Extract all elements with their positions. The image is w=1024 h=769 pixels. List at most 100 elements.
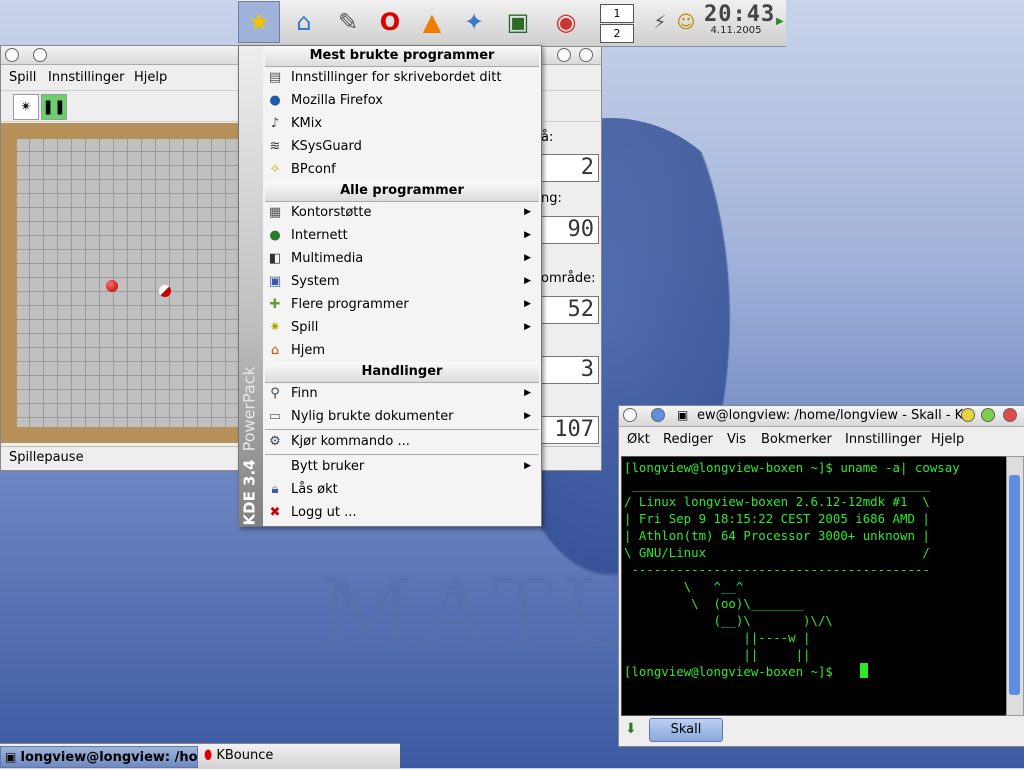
task-konsole[interactable]: ▣ longview@longview: /ho bbox=[0, 746, 198, 768]
kmenu-star-icon[interactable]: ★ bbox=[238, 1, 280, 43]
taskbar: ▣ longview@longview: /ho ⬮ KBounce bbox=[0, 743, 400, 769]
kmenu-item[interactable]: Bytt bruker ▶ bbox=[265, 455, 539, 478]
submenu-arrow-icon: ▶ bbox=[524, 253, 531, 263]
menu-okt[interactable]: Økt bbox=[627, 432, 650, 447]
window-menu-button[interactable] bbox=[5, 48, 19, 62]
pause-icon[interactable]: ❚❚ bbox=[41, 94, 67, 120]
text-editor-icon[interactable]: ✎ bbox=[330, 4, 366, 40]
kmenu-item[interactable]: ⚲ Finn ▶ bbox=[265, 382, 539, 405]
vlc-cone-icon[interactable]: ▲ bbox=[414, 4, 450, 40]
find-icon: ⚲ bbox=[270, 386, 280, 401]
window-menu-button[interactable] bbox=[623, 408, 637, 422]
firefox-icon: ● bbox=[269, 93, 281, 108]
new-session-icon[interactable]: ⬇ bbox=[625, 721, 637, 737]
kmenu-item[interactable]: ✧ BPconf bbox=[265, 158, 539, 181]
kmenu-item[interactable]: ▭ Nylig brukte dokumenter ▶ bbox=[265, 405, 539, 428]
menu-spill[interactable]: Spill bbox=[9, 70, 36, 85]
status-text: Spillepause bbox=[9, 450, 84, 465]
kbounce-icon: ⬮ bbox=[204, 748, 213, 763]
kmenu-item[interactable]: ● Mozilla Firefox bbox=[265, 89, 539, 112]
submenu-arrow-icon: ▶ bbox=[524, 461, 531, 471]
kmenu-item[interactable]: ≋ KSysGuard bbox=[265, 135, 539, 158]
kmenu: KDE 3.4PowerPack Mest brukte programmer … bbox=[238, 45, 542, 527]
menu-rediger[interactable]: Rediger bbox=[663, 432, 713, 447]
globe-icon: ● bbox=[269, 228, 281, 243]
system-icon: ▣ bbox=[268, 274, 282, 289]
minimize-button[interactable] bbox=[981, 408, 995, 422]
kmenu-item[interactable]: ▤ Innstillinger for skrivebordet ditt bbox=[265, 66, 539, 89]
kmenu-item[interactable]: ✖ Logg ut ... bbox=[265, 501, 539, 524]
side-label-area: område: bbox=[541, 271, 596, 286]
top-panel: ★ ⌂ ✎ O ▲ ✦ ▣ ◉ 1 2 ⚡ ☺ 20:43 4.11.2005 … bbox=[238, 0, 786, 47]
kmenu-item[interactable]: ✚ Flere programmer ▶ bbox=[265, 293, 539, 316]
lcd-time: 107 bbox=[541, 416, 599, 444]
kmenu-item[interactable]: ◧ Multimedia ▶ bbox=[265, 247, 539, 270]
lock-icon: 🔒︎ bbox=[271, 482, 279, 497]
terminal-icon: ▣ bbox=[677, 408, 689, 422]
run-command-icon: ⚙ bbox=[269, 434, 281, 449]
opera-icon[interactable]: O bbox=[372, 4, 408, 40]
scrollbar[interactable] bbox=[1006, 456, 1024, 716]
sysguard-icon: ≋ bbox=[269, 139, 281, 154]
sticky-button[interactable] bbox=[651, 408, 665, 422]
kmenu-item[interactable]: 🔒︎ Lås økt bbox=[265, 478, 539, 501]
kde-control-icon[interactable]: ✦ bbox=[456, 4, 492, 40]
help-button[interactable] bbox=[961, 408, 975, 422]
wallpaper-text: MATU bbox=[320, 560, 647, 667]
sticky-button[interactable] bbox=[33, 48, 47, 62]
kmenu-item[interactable]: ⌂ Hjem bbox=[265, 339, 539, 362]
kmenu-item[interactable]: ⚙ Kjør kommando ... bbox=[265, 430, 539, 453]
submenu-arrow-icon: ▶ bbox=[524, 411, 531, 421]
section-all-programs: Alle programmer bbox=[265, 181, 539, 202]
submenu-arrow-icon: ▶ bbox=[524, 207, 531, 217]
kmenu-item[interactable]: ▦ Kontorstøtte ▶ bbox=[265, 201, 539, 224]
task-kbounce[interactable]: ⬮ KBounce bbox=[200, 746, 396, 766]
close-button[interactable] bbox=[1003, 408, 1017, 422]
window-title: ew@longview: /home/longview - Skall - K bbox=[697, 408, 964, 423]
user-icon[interactable]: ☺ bbox=[668, 4, 704, 40]
section-actions: Handlinger bbox=[265, 362, 539, 383]
logout-icon: ✖ bbox=[269, 505, 281, 520]
terminal-icon: ▣ bbox=[5, 750, 17, 764]
menu-bokmerker[interactable]: Bokmerker bbox=[761, 432, 832, 447]
kde-brand: KDE 3.4 bbox=[240, 459, 259, 526]
section-most-used: Mest brukte programmer bbox=[265, 46, 539, 67]
menu-innstillinger[interactable]: Innstillinger bbox=[845, 432, 921, 447]
recent-documents-icon: ▭ bbox=[268, 409, 282, 424]
menu-hjelp[interactable]: Hjelp bbox=[931, 432, 964, 447]
menu-innstillinger[interactable]: Innstillinger bbox=[48, 70, 124, 85]
display-settings-icon[interactable]: ◉ bbox=[548, 4, 584, 40]
kmenu-item[interactable]: ● Internett ▶ bbox=[265, 224, 539, 247]
minimize-button[interactable] bbox=[557, 48, 571, 62]
tab-skall[interactable]: Skall bbox=[649, 718, 723, 742]
konsole-tabbar: ⬇ Skall bbox=[619, 716, 1024, 744]
bulb-icon: ✧ bbox=[269, 162, 281, 177]
clock-date: 4.11.2005 bbox=[710, 25, 762, 36]
lcd-lives: 3 bbox=[541, 356, 599, 384]
office-icon: ▦ bbox=[268, 205, 282, 220]
kmenu-item[interactable]: ▣ System ▶ bbox=[265, 270, 539, 293]
pager-desktop-2[interactable]: 2 bbox=[600, 24, 634, 43]
desktop-settings-icon: ▤ bbox=[268, 70, 282, 85]
submenu-arrow-icon: ▶ bbox=[524, 276, 531, 286]
menu-vis[interactable]: Vis bbox=[727, 432, 746, 447]
scrollbar-thumb[interactable] bbox=[1009, 475, 1020, 695]
kmenu-item[interactable]: ♪ KMix bbox=[265, 112, 539, 135]
terminal-area[interactable]: [longview@longview-boxen ~]$ uname -a| c… bbox=[621, 456, 1007, 716]
panel-arrow-icon[interactable]: ▶ bbox=[776, 16, 784, 27]
menu-hjelp[interactable]: Hjelp bbox=[134, 70, 167, 85]
maximize-button[interactable] bbox=[579, 48, 593, 62]
clock[interactable]: 20:43 4.11.2005 bbox=[704, 2, 774, 36]
home-icon: ⌂ bbox=[270, 343, 280, 358]
kmenu-item[interactable]: ✷ Spill ▶ bbox=[265, 316, 539, 339]
game-wall bbox=[1, 123, 241, 443]
home-folder-icon[interactable]: ⌂ bbox=[286, 4, 322, 40]
submenu-arrow-icon: ▶ bbox=[524, 299, 531, 309]
new-game-icon[interactable]: ✴ bbox=[13, 94, 39, 120]
konsole-titlebar[interactable]: ▣ ew@longview: /home/longview - Skall - … bbox=[619, 406, 1024, 427]
pager-desktop-1[interactable]: 1 bbox=[600, 4, 634, 23]
terminal-cursor bbox=[860, 663, 868, 678]
kmenu-sidebar: KDE 3.4 PowerPack bbox=[239, 46, 263, 526]
monitor-icon[interactable]: ▣ bbox=[500, 4, 536, 40]
speaker-icon: ♪ bbox=[270, 116, 280, 131]
